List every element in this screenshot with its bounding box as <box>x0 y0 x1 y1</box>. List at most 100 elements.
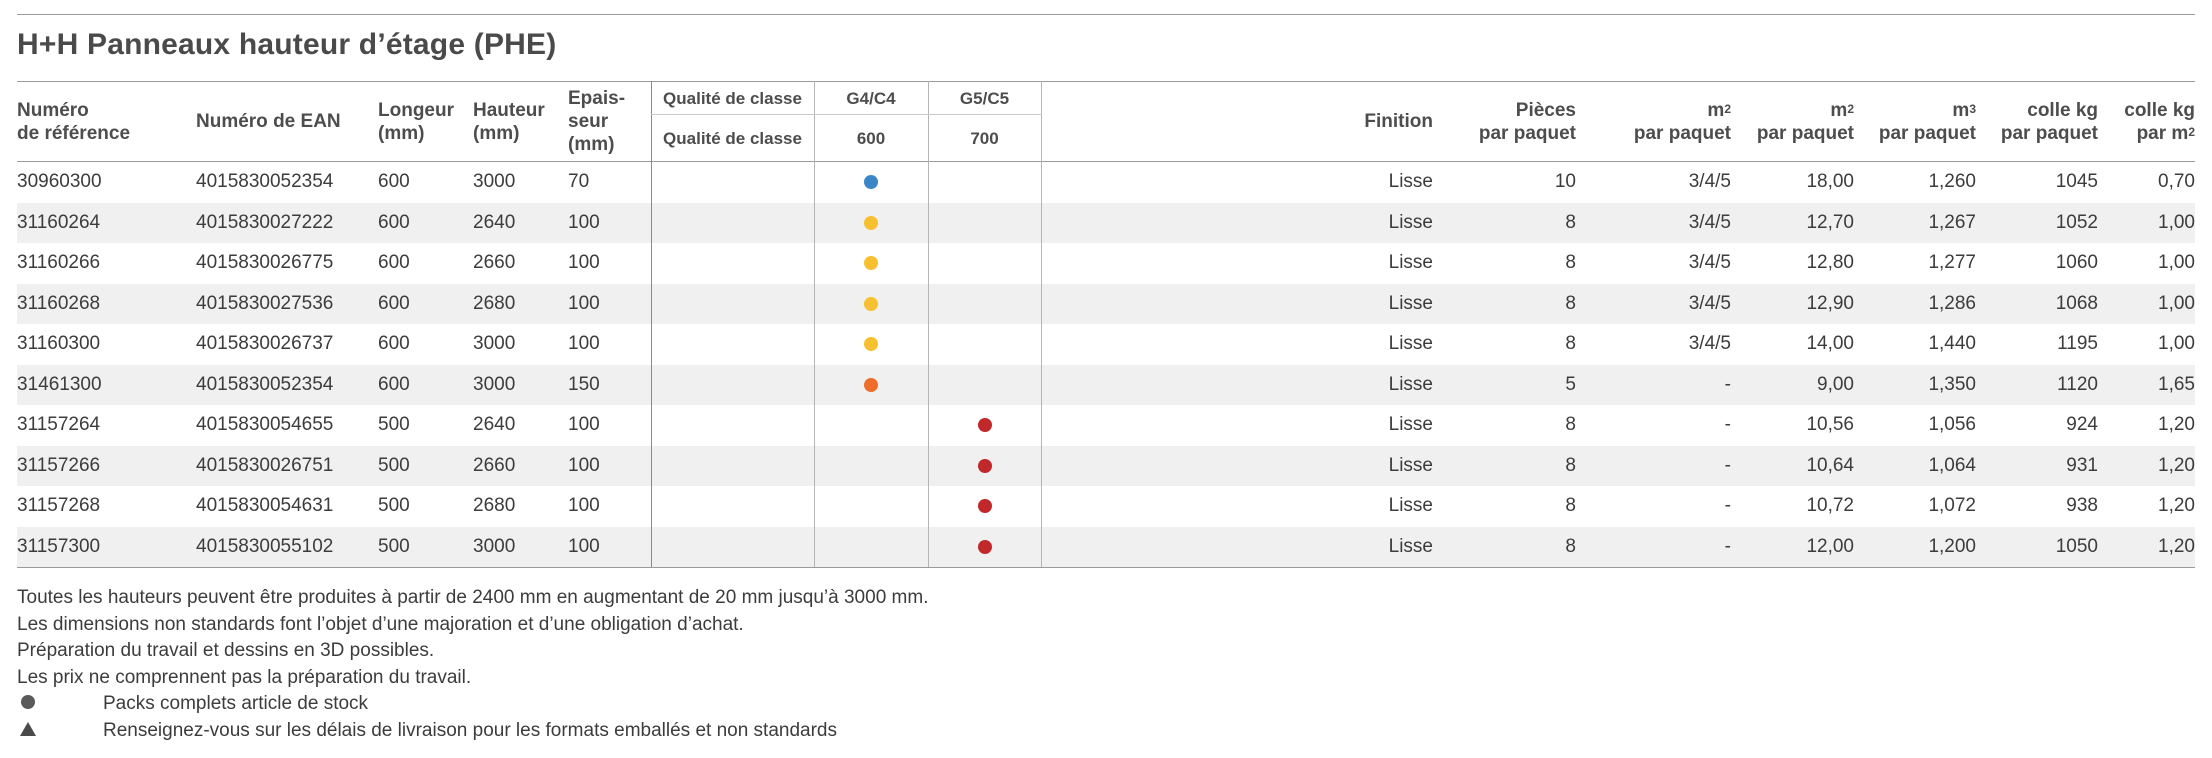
header-qualite-top: Qualité de classe <box>650 81 814 115</box>
cell-g4 <box>813 161 928 203</box>
cell-g4 <box>813 445 928 486</box>
cell-qualite <box>650 161 814 203</box>
class-dot-icon <box>977 499 992 514</box>
cell-ref: 31160268 <box>17 283 196 324</box>
cell-pie: 8 <box>1565 414 1576 436</box>
header-ref-line2: de référence <box>17 122 131 144</box>
cell-g4 <box>813 243 928 284</box>
table-row: 31160264 4015830027222 600 2640 100 Lisse 8 3/4… <box>17 202 2195 243</box>
cell-fin: Lisse <box>1040 243 1433 284</box>
note-line: Les dimensions non standards font l’obje… <box>17 613 744 635</box>
cell-m2: 12,90 <box>1731 283 1854 324</box>
product-table: Numéro de référence Numéro de EAN Longeu… <box>17 81 2195 568</box>
class-dot-icon <box>864 175 878 190</box>
cell-qualite <box>650 445 814 486</box>
header-g4-bottom: 600 <box>813 114 928 162</box>
cell-m2p: - <box>1576 445 1731 486</box>
cell-m2p: - <box>1724 414 1731 436</box>
header-pieces: Pièces par paquet <box>1433 82 1576 162</box>
cell-pie: 8 <box>1433 202 1576 243</box>
legend-text-stock: Packs complets article de stock <box>103 693 369 714</box>
cell-m3: 1,350 <box>1854 364 1976 405</box>
header-longueur: Longeur (mm) <box>378 82 473 162</box>
header-kg-paquet: colle kg par paquet <box>1976 82 2098 162</box>
header-finition: Finition <box>1040 81 1433 162</box>
cell-epa: 70 <box>568 171 590 193</box>
cell-g5 <box>927 486 1041 527</box>
cell-len: 600 <box>378 252 410 274</box>
cell-kgm: 1,20 <box>2098 526 2195 568</box>
cell-m2: 10,64 <box>1731 445 1854 486</box>
header-pieces-line2: par paquet <box>1478 122 1576 144</box>
cell-m2: 10,72 <box>1806 495 1854 517</box>
header-ref-line1: Numéro <box>17 99 89 121</box>
cell-g5 <box>927 202 1041 243</box>
cell-m2: 12,70 <box>1731 202 1854 243</box>
cell-hau: 2640 <box>473 414 516 436</box>
cell-kg: 931 <box>1976 445 2098 486</box>
cell-g4 <box>813 405 928 446</box>
cell-ean: 4015830026751 <box>196 445 378 486</box>
cell-fin: Lisse <box>1040 283 1433 324</box>
cell-epa: 100 <box>568 526 651 568</box>
cell-ref: 31461300 <box>17 364 196 405</box>
header-g4-top: G4/C4 <box>813 81 928 115</box>
header-longueur-line2: (mm) <box>378 122 425 144</box>
cell-kg: 924 <box>2066 414 2098 436</box>
cell-g5 <box>927 445 1041 486</box>
cell-ref: 31157268 <box>17 495 101 517</box>
cell-g4 <box>813 364 928 405</box>
cell-ref: 31160266 <box>17 252 101 274</box>
cell-len: 500 <box>378 495 410 517</box>
note-line: Les prix ne comprennent pas la préparati… <box>17 666 472 688</box>
cell-fin: Lisse <box>1040 161 1433 203</box>
cell-len: 600 <box>378 364 473 405</box>
note-line: Préparation du travail et dessins en 3D … <box>17 640 435 661</box>
cell-fin: Lisse <box>1040 364 1433 405</box>
cell-fin: Lisse <box>1040 324 1433 365</box>
header-pieces-line1: Pièces <box>1515 99 1576 121</box>
class-dot-icon <box>864 337 878 352</box>
cell-m3: 1,260 <box>1928 171 1976 193</box>
cell-fin: Lisse <box>1040 486 1433 527</box>
cell-g5 <box>927 243 1041 284</box>
cell-ean: 4015830027536 <box>196 283 378 324</box>
legend-item-stock: Packs complets article de stock <box>17 691 928 718</box>
cell-kg: 1120 <box>1976 364 2098 405</box>
cell-kg: 938 <box>2066 495 2098 517</box>
cell-m3: 1,072 <box>1928 495 1976 517</box>
cell-kgm: 1,65 <box>2098 364 2195 405</box>
cell-kgm: 1,00 <box>2098 202 2195 243</box>
cell-ean: 4015830054631 <box>196 495 334 517</box>
cell-g4 <box>813 526 928 568</box>
header-kg-m2: colle kg par m2 <box>2098 82 2195 162</box>
cell-kg: 1195 <box>2057 333 2098 355</box>
cell-len: 500 <box>378 414 410 436</box>
cell-m3: 1,064 <box>1854 445 1976 486</box>
legend-item-delivery: Renseignez-vous sur les délais de livrai… <box>17 718 928 745</box>
cell-kgm: 1,20 <box>2158 495 2195 517</box>
cell-qualite <box>650 486 814 527</box>
cell-ref: 31157266 <box>17 445 196 486</box>
cell-kg: 1060 <box>2055 252 2098 274</box>
cell-kgm: 1,20 <box>2158 414 2195 436</box>
cell-len: 600 <box>378 202 473 243</box>
cell-m2p: 3/4/5 <box>1688 171 1731 193</box>
cell-pie: 8 <box>1565 252 1576 274</box>
table-row: 31157268 4015830054631 500 2680 100 Lisse 8 - 10… <box>17 486 2195 527</box>
header-g5-top: G5/C5 <box>927 81 1041 115</box>
header-m3-label: par paquet <box>1878 122 1976 144</box>
top-rule <box>17 14 2195 15</box>
cell-m2: 10,56 <box>1806 414 1854 436</box>
header-m2-paquet-2-exp: 2 <box>1847 101 1854 116</box>
header-m2-paquet-2-label: par paquet <box>1756 122 1854 144</box>
class-dot-icon <box>977 539 992 554</box>
cell-m2p: 3/4/5 <box>1576 283 1731 324</box>
cell-m3: 1,267 <box>1854 202 1976 243</box>
cell-g5 <box>927 405 1041 446</box>
header-m2-paquet-1-label: par paquet <box>1633 122 1731 144</box>
cell-len: 600 <box>378 283 473 324</box>
table-row: 31157266 4015830026751 500 2660 100 Lisse 8-10… <box>17 445 2195 486</box>
cell-ean: 4015830026737 <box>196 333 334 355</box>
cell-pie: 8 <box>1433 526 1576 568</box>
